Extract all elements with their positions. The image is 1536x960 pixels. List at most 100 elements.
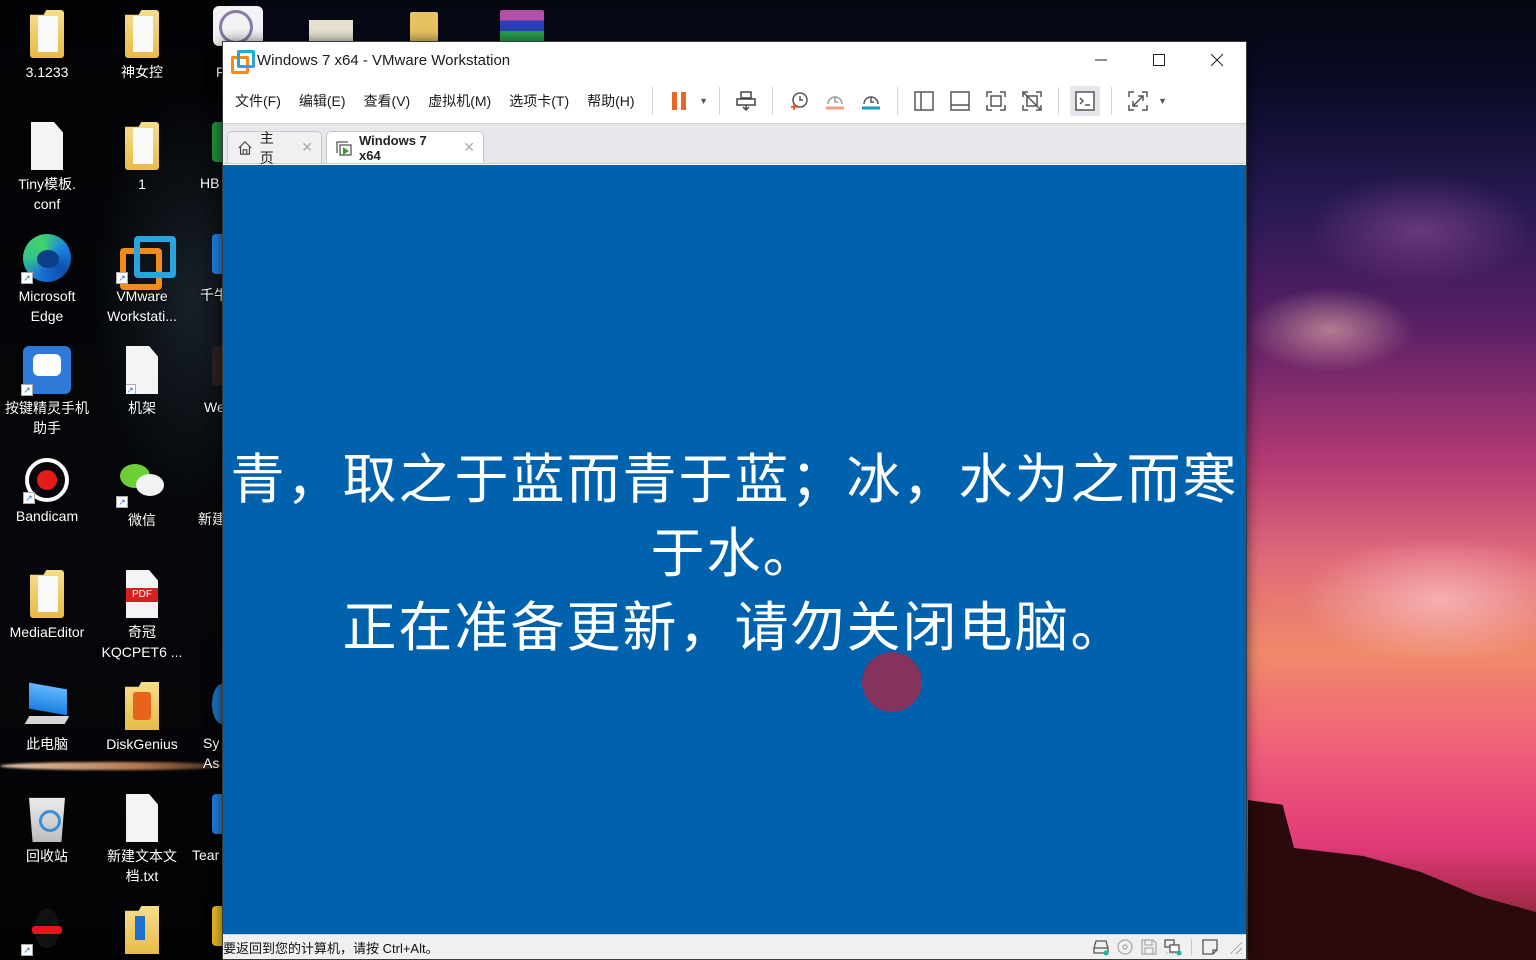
- revert-snapshot-button[interactable]: [820, 86, 850, 116]
- desktop-icon-label-partial[interactable]: Sy As: [203, 733, 219, 773]
- minimize-button[interactable]: [1072, 42, 1130, 78]
- home-icon: [236, 139, 254, 157]
- tab-windows-7-x64[interactable]: Windows 7 x64 ✕: [326, 131, 484, 163]
- snapshot-manager-icon: [861, 95, 880, 109]
- network-adapter-status[interactable]: [1162, 937, 1184, 957]
- status-separator: [1191, 939, 1192, 955]
- pause-dropdown[interactable]: ▼: [697, 86, 711, 116]
- desktop-icon-wechat[interactable]: ↗ 微信: [94, 458, 190, 530]
- unity-icon: [1021, 90, 1042, 111]
- hard-disk-status[interactable]: [1090, 937, 1112, 957]
- desktop-icon-label-partial[interactable]: HB: [200, 173, 219, 193]
- cd-dvd-status[interactable]: [1114, 937, 1136, 957]
- vm-message-line: 于水。: [650, 522, 819, 585]
- send-ctrl-alt-del-icon: [735, 90, 756, 111]
- desktop-icon-microsoft-edge[interactable]: ↗ Microsoft Edge: [0, 234, 95, 326]
- close-button[interactable]: [1188, 42, 1246, 78]
- tab-close-icon[interactable]: ✕: [301, 139, 313, 156]
- toolbar-separator: [651, 86, 653, 115]
- shortcut-arrow-icon: ↗: [116, 496, 128, 508]
- show-thumbnail-bar-button[interactable]: [945, 86, 975, 116]
- robot-app-icon: ↗: [21, 346, 71, 396]
- show-library-button[interactable]: [909, 86, 939, 116]
- console-view-button[interactable]: [1069, 85, 1100, 116]
- desktop-icon-qq[interactable]: ↗: [0, 906, 95, 958]
- desktop-icon-qiguan-pdf[interactable]: 奇冠 KQCPET6 ...: [94, 570, 190, 662]
- desktop-icon-3-1233[interactable]: 3.1233: [0, 10, 95, 82]
- unity-button[interactable]: [1017, 86, 1047, 116]
- desktop-icon-label: MediaEditor: [9, 624, 85, 640]
- snapshot-manager-button[interactable]: [856, 86, 886, 116]
- desktop-icon-label: 神女控: [121, 64, 163, 80]
- desktop-icon-bandicam[interactable]: ↗ Bandicam: [0, 458, 95, 526]
- desktop-icon-jijia[interactable]: ↗ 机架: [94, 346, 190, 418]
- vm-console-screen[interactable]: 青，取之于蓝而青于蓝；冰，水为之而寒 于水。 正在准备更新，请勿关闭电脑。: [223, 165, 1246, 935]
- desktop-icon-vmware-workstation[interactable]: ↗ VMware Workstati...: [94, 234, 190, 326]
- wallpaper-light-streak: [0, 762, 230, 770]
- vmware-window: Windows 7 x64 - VMware Workstation 文件(F)…: [222, 41, 1247, 960]
- shortcut-arrow-icon: ↗: [126, 384, 136, 394]
- wechat-icon: ↗: [116, 458, 166, 508]
- desktop-icon-this-pc[interactable]: 此电脑: [0, 682, 95, 754]
- status-bar: 要返回到您的计算机，请按 Ctrl+Alt。: [223, 934, 1246, 959]
- desktop-icon-recycle-bin[interactable]: 回收站: [0, 794, 95, 866]
- folder-icon[interactable]: [410, 12, 438, 42]
- floppy-status[interactable]: [1138, 937, 1160, 957]
- stretch-dropdown[interactable]: ▼: [1156, 86, 1170, 116]
- chevron-down-icon: ▼: [1158, 95, 1168, 106]
- file-icon: ↗: [126, 346, 158, 394]
- qq-icon: ↗: [21, 906, 71, 956]
- tab-bar: 主页 ✕ Windows 7 x64 ✕: [223, 124, 1246, 166]
- desktop-icon-new-text-document[interactable]: 新建文本文 档.txt: [94, 794, 190, 886]
- network-adapter-icon: [1164, 939, 1182, 956]
- message-log-button[interactable]: [1199, 937, 1221, 957]
- bandicam-icon: ↗: [23, 458, 69, 504]
- maximize-button[interactable]: [1130, 42, 1188, 78]
- menu-file[interactable]: 文件(F): [223, 91, 290, 111]
- send-ctrl-alt-del-button[interactable]: [731, 86, 761, 116]
- vm-update-message: 青，取之于蓝而青于蓝；冰，水为之而寒 于水。 正在准备更新，请勿关闭电脑。: [223, 443, 1246, 665]
- desktop-icon-label: Microsoft Edge: [18, 288, 76, 324]
- floppy-icon: [1141, 939, 1157, 955]
- desktop-icon-label-partial[interactable]: Tear: [192, 845, 219, 865]
- folder-icon: [30, 10, 64, 58]
- menu-tabs[interactable]: 选项卡(T): [500, 91, 578, 111]
- desktop-icon-diskgenius[interactable]: DiskGenius: [94, 682, 190, 754]
- menu-vm[interactable]: 虚拟机(M): [419, 91, 500, 111]
- full-screen-button[interactable]: [981, 86, 1011, 116]
- title-bar[interactable]: Windows 7 x64 - VMware Workstation: [223, 42, 1246, 78]
- menu-edit[interactable]: 编辑(E): [290, 91, 355, 111]
- file-icon: [31, 122, 63, 170]
- snapshot-take-icon: [790, 91, 808, 110]
- desktop-icon-label: DiskGenius: [106, 736, 178, 752]
- desktop-icon-shennvkong[interactable]: 神女控: [94, 10, 190, 82]
- desktop-icon-anjian-assistant[interactable]: ↗ 按键精灵手机 助手: [0, 346, 95, 438]
- stretch-guest-button[interactable]: [1123, 86, 1153, 116]
- shortcut-arrow-icon: ↗: [21, 272, 33, 284]
- desktop-icon-label: 1: [138, 176, 146, 192]
- chevron-down-icon: ▼: [699, 95, 709, 106]
- tab-home[interactable]: 主页 ✕: [227, 130, 322, 166]
- folder-icon: [125, 122, 159, 170]
- resize-grip[interactable]: [1228, 940, 1242, 954]
- status-message: 要返回到您的计算机，请按 Ctrl+Alt。: [223, 940, 439, 956]
- desktop-icon-mediaeditor[interactable]: MediaEditor: [0, 570, 95, 642]
- desktop-icon-folder[interactable]: [94, 906, 190, 958]
- tab-close-icon[interactable]: ✕: [463, 139, 475, 156]
- desktop-icon-tiny-conf[interactable]: Tiny模板. conf: [0, 122, 95, 214]
- pause-icon: [671, 91, 686, 110]
- take-snapshot-button[interactable]: [784, 86, 814, 116]
- app-thumbnail-icon[interactable]: [213, 6, 263, 46]
- vm-message-line: 正在准备更新，请勿关闭电脑。: [342, 596, 1127, 659]
- image-thumbnail-icon[interactable]: [309, 20, 353, 42]
- pause-button[interactable]: [664, 86, 694, 116]
- desktop-icon-label: 按键精灵手机 助手: [5, 400, 89, 436]
- menu-help[interactable]: 帮助(H): [578, 91, 643, 111]
- close-icon: [1211, 54, 1223, 66]
- folder-icon: [30, 570, 64, 618]
- desktop-icon-1[interactable]: 1: [94, 122, 190, 194]
- menu-toolbar: 文件(F) 编辑(E) 查看(V) 虚拟机(M) 选项卡(T) 帮助(H) ▼: [223, 78, 1246, 124]
- winrar-icon[interactable]: [500, 10, 544, 42]
- folder-icon: [125, 10, 159, 58]
- menu-view[interactable]: 查看(V): [355, 91, 420, 111]
